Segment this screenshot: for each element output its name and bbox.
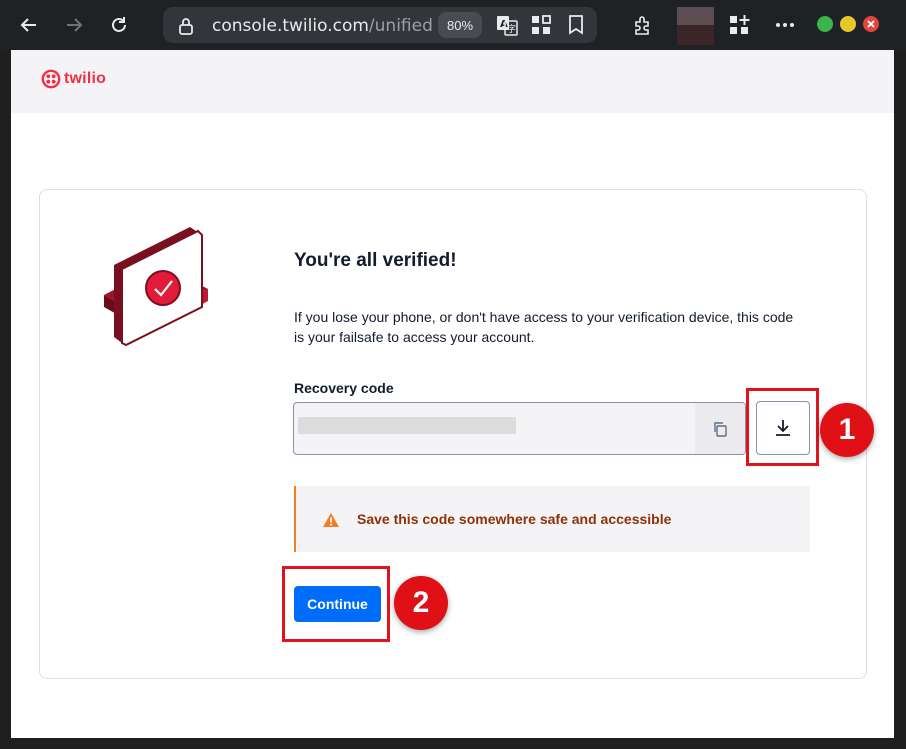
- add-app-icon[interactable]: [727, 13, 751, 37]
- page-header: twilio: [11, 50, 894, 113]
- step1-badge: 1: [820, 403, 874, 457]
- verification-description: If you lose your phone, or don't have ac…: [294, 309, 794, 345]
- minimize-button[interactable]: [817, 16, 833, 32]
- url-text: console.twilio.com/unified-m: [212, 16, 432, 36]
- twilio-logo-icon: [41, 69, 61, 89]
- verified-device-illustration: [104, 227, 208, 347]
- recovery-code-label: Recovery code: [294, 380, 394, 396]
- copy-icon: [714, 421, 727, 437]
- lock-icon: [179, 18, 193, 35]
- extensions-icon[interactable]: [631, 13, 655, 37]
- address-bar[interactable]: console.twilio.com/unified-m 80% A字: [163, 7, 597, 43]
- warning-callout: Save this code somewhere safe and access…: [294, 486, 810, 552]
- page-title: You're all verified!: [294, 250, 457, 271]
- more-menu-icon[interactable]: [773, 13, 797, 37]
- recovery-code-field[interactable]: Q Q: [293, 402, 746, 455]
- forward-button[interactable]: [61, 12, 87, 38]
- translate-icon[interactable]: A字: [495, 13, 519, 37]
- profile-avatar-lower: [677, 25, 714, 45]
- svg-text:字: 字: [507, 23, 516, 35]
- recovery-code-redaction: [298, 417, 516, 434]
- step1-highlight: [746, 388, 819, 466]
- warning-icon: [323, 513, 339, 527]
- apps-grid-icon[interactable]: [529, 13, 553, 37]
- reload-button[interactable]: [106, 12, 132, 38]
- copy-button[interactable]: [695, 403, 745, 454]
- profile-avatar[interactable]: [677, 7, 714, 25]
- twilio-logo[interactable]: twilio: [41, 69, 106, 89]
- maximize-button[interactable]: [840, 16, 856, 32]
- step2-badge: 2: [394, 576, 448, 630]
- bookmark-icon[interactable]: [564, 13, 588, 37]
- close-window-button[interactable]: [863, 16, 879, 32]
- zoom-indicator[interactable]: 80%: [438, 12, 482, 38]
- warning-text: Save this code somewhere safe and access…: [357, 511, 672, 527]
- browser-toolbar: console.twilio.com/unified-m 80% A字: [0, 0, 906, 50]
- logo-text: twilio: [64, 70, 107, 87]
- verification-card: You're all verified! If you lose your ph…: [39, 189, 867, 679]
- back-button[interactable]: [16, 12, 42, 38]
- step2-highlight: [282, 566, 390, 642]
